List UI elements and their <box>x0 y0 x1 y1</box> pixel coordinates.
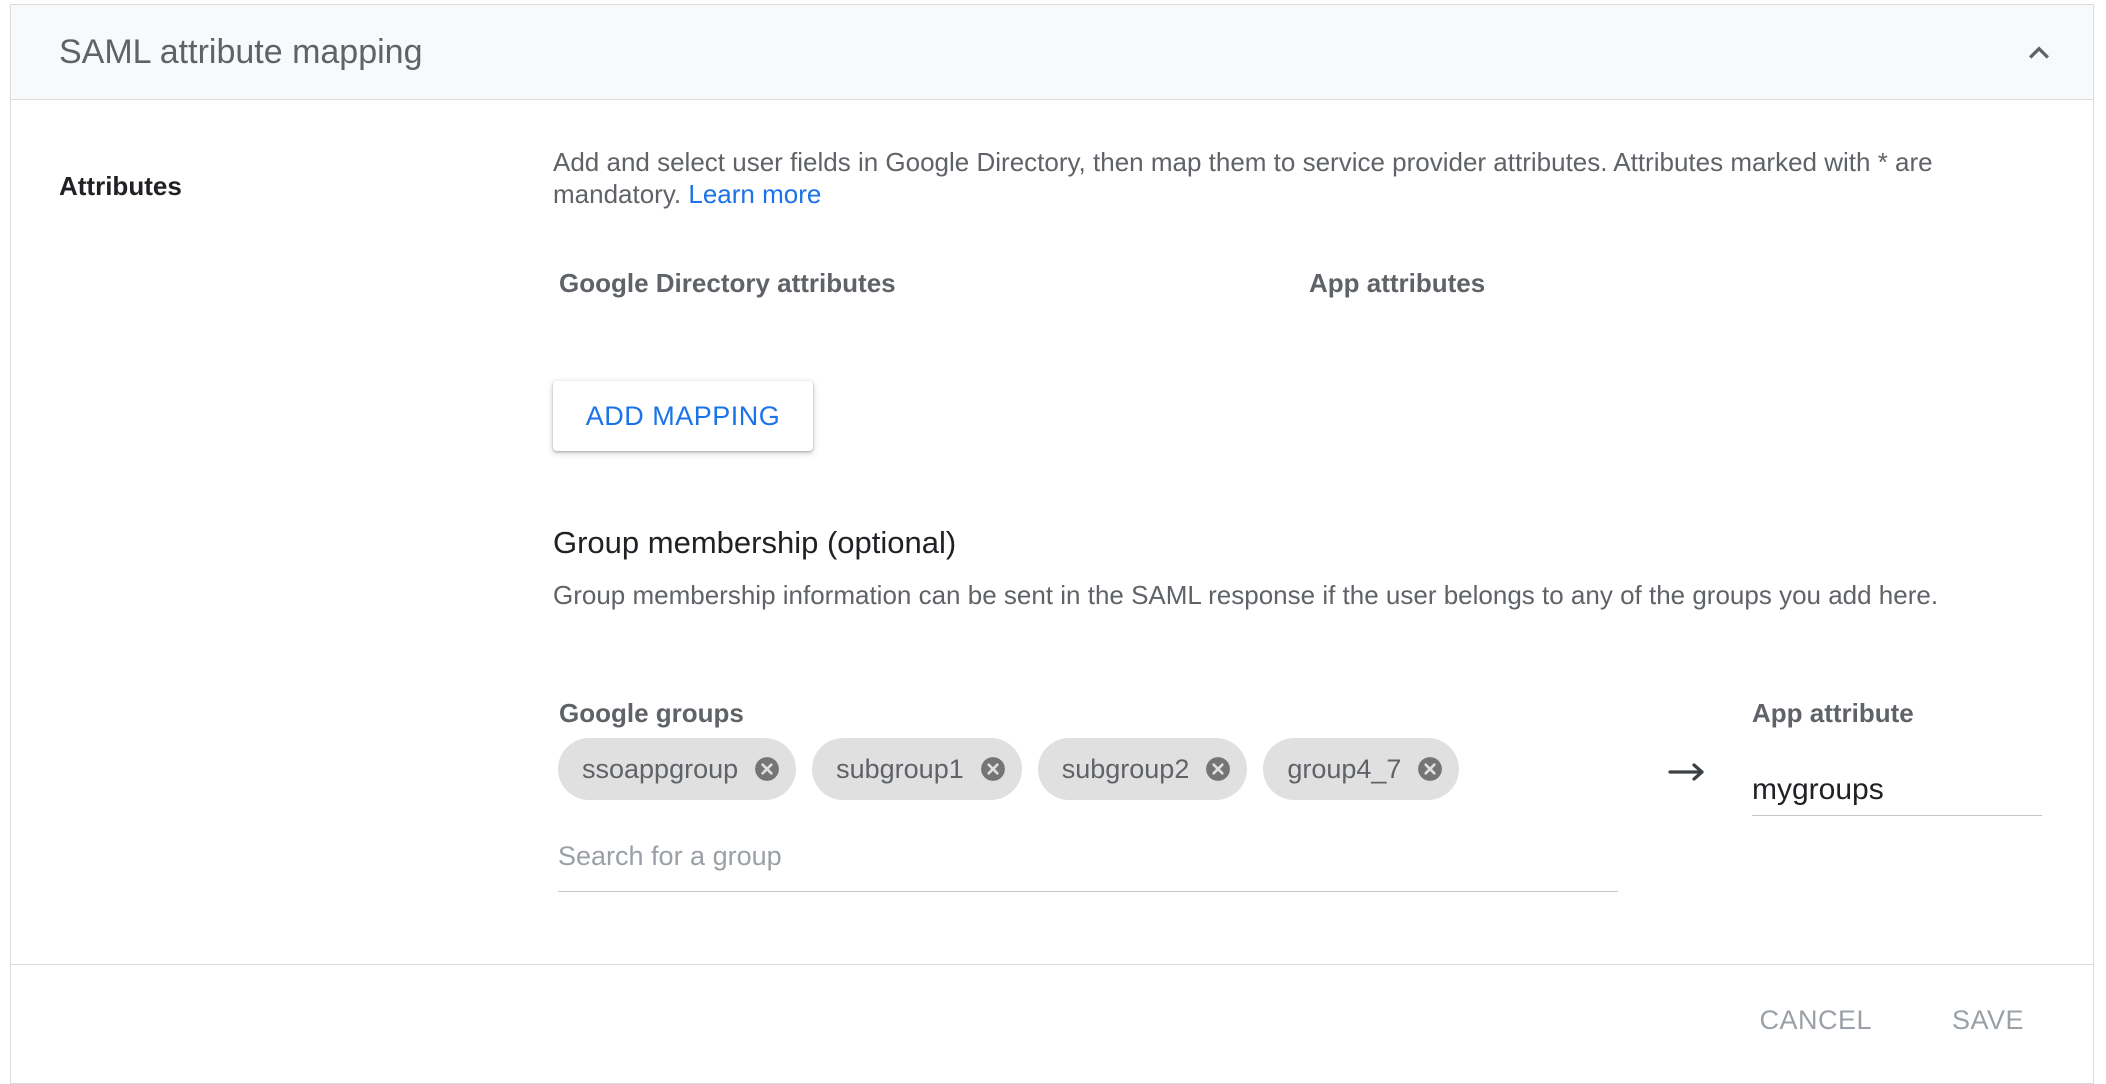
cancel-circle-icon[interactable] <box>754 756 780 782</box>
group-chip: subgroup2 <box>1037 738 1248 800</box>
cancel-circle-icon[interactable] <box>1417 756 1443 782</box>
arrow-right-icon <box>1668 763 1704 781</box>
group-chip-label: group4_7 <box>1287 753 1402 784</box>
attributes-description: Add and select user fields in Google Dir… <box>553 146 2033 210</box>
cancel-circle-icon[interactable] <box>1205 756 1231 782</box>
group-chip-label: subgroup2 <box>1061 753 1190 784</box>
group-chips: ssoappgroup subgroup1 subgroup2 group4_7 <box>558 738 1460 800</box>
group-membership-title: Group membership (optional) <box>553 525 957 560</box>
app-attribute-input[interactable] <box>1752 764 2042 816</box>
add-mapping-button[interactable]: ADD MAPPING <box>553 381 813 451</box>
card-header[interactable]: SAML attribute mapping <box>11 5 2093 100</box>
attributes-content: Add and select user fields in Google Dir… <box>553 146 2033 210</box>
chevron-up-icon[interactable] <box>2019 33 2059 73</box>
save-button[interactable]: SAVE <box>1952 1005 2024 1036</box>
card-footer: CANCEL SAVE <box>10 964 2094 1075</box>
app-attribute-header: App attribute <box>1752 698 1914 728</box>
group-search-input[interactable] <box>558 822 1618 892</box>
cancel-circle-icon[interactable] <box>980 756 1006 782</box>
google-directory-attributes-header: Google Directory attributes <box>559 268 896 298</box>
group-chip: subgroup1 <box>812 738 1022 800</box>
google-groups-header: Google groups <box>559 698 744 728</box>
group-chip: ssoappgroup <box>558 738 797 800</box>
group-chip-label: ssoappgroup <box>582 753 739 784</box>
group-chip: group4_7 <box>1263 738 1460 800</box>
learn-more-link[interactable]: Learn more <box>688 179 821 209</box>
group-membership-description: Group membership information can be sent… <box>553 580 1939 610</box>
attributes-section-label: Attributes <box>59 171 182 201</box>
group-chip-label: subgroup1 <box>836 753 964 784</box>
app-attributes-header: App attributes <box>1309 268 1486 298</box>
card-title: SAML attribute mapping <box>59 33 423 71</box>
cancel-button[interactable]: CANCEL <box>1759 1005 1872 1036</box>
